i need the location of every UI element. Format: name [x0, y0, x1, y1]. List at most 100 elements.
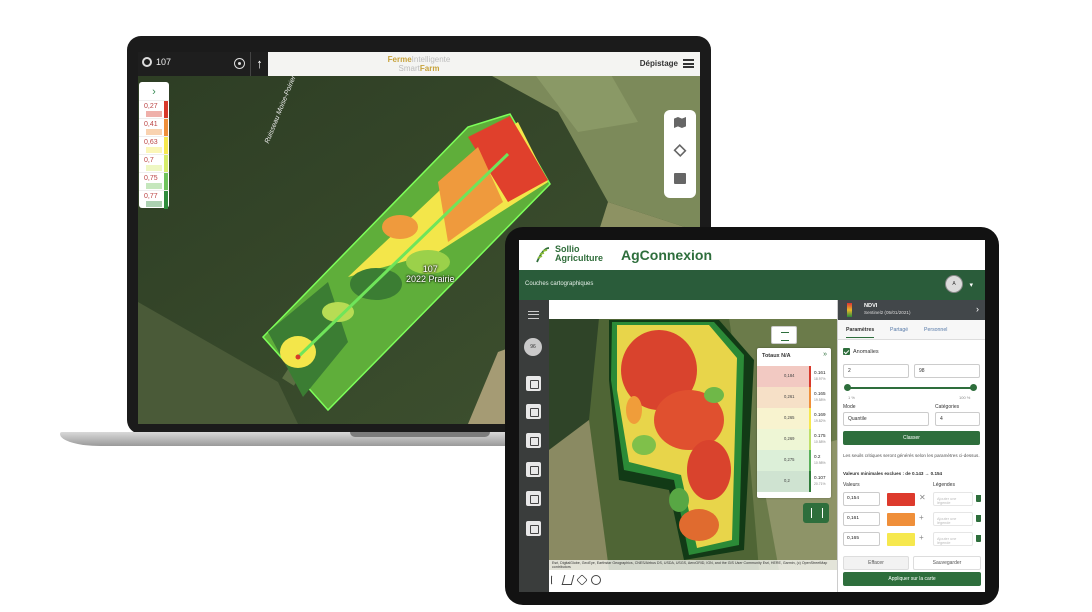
up-arrow-icon[interactable]: ↑ — [250, 52, 268, 76]
anomalies-checkbox[interactable] — [843, 348, 850, 355]
totals-percent: 20.71% — [814, 482, 826, 486]
layers-icon[interactable] — [673, 143, 687, 158]
totals-row: 0,269 0.175 10.58% — [757, 429, 831, 450]
breadcrumb[interactable]: Couches cartographiques — [525, 281, 593, 287]
legend-value: 0,27 — [144, 103, 158, 110]
map-bottom-toolbar — [549, 570, 837, 592]
totals-color-bar — [809, 429, 811, 450]
add-icon[interactable]: + — [919, 533, 924, 542]
area-icon[interactable] — [561, 575, 575, 585]
legend-bar — [164, 101, 168, 119]
brand-bar: Sollio Agriculture AgConnexion — [519, 240, 985, 270]
mode-select[interactable]: Quantile — [843, 412, 929, 426]
visibility-icon[interactable] — [234, 58, 245, 69]
legend-input[interactable]: Ajouter une légende — [933, 532, 973, 546]
tab-personnel[interactable]: Personnel — [924, 327, 947, 333]
field-label[interactable]: 107 2022 Prairie — [406, 264, 455, 284]
legend-row: 0,77 — [139, 190, 169, 209]
legend-row: 0,27 — [139, 100, 169, 119]
double-chevron-icon[interactable]: » — [823, 351, 827, 358]
app-title: AgConnexion — [621, 247, 712, 263]
anomalies-label: Anomalies — [853, 349, 879, 355]
ndvi-legend: › 0,27 0,41 0,63 0,7 0,75 0,77 — [139, 82, 169, 209]
totals-row: 0,265 0.169 19.82% — [757, 408, 831, 429]
map-tools — [664, 110, 696, 198]
layer-color-swatch — [847, 303, 852, 317]
logo-farm: Farm — [419, 64, 440, 73]
chevron-right-icon[interactable]: › — [139, 84, 169, 100]
threshold-color-swatch[interactable] — [887, 513, 915, 526]
sidebar: 96 — [519, 300, 549, 592]
chevron-right-icon[interactable]: › — [976, 304, 979, 314]
threshold-value-input[interactable]: 0,161 — [843, 512, 880, 526]
legend-input[interactable]: Ajouter une légende — [933, 512, 973, 526]
book-icon[interactable] — [674, 173, 686, 184]
sidebar-camera-icon[interactable] — [526, 491, 541, 506]
legend-row: 0,41 — [139, 118, 169, 137]
list-toggle-button[interactable] — [771, 326, 797, 344]
totals-percent: 18.97% — [814, 377, 826, 381]
totals-threshold: 0,261 — [784, 394, 795, 399]
values-label: Valeurs — [843, 482, 860, 488]
close-icon[interactable]: ✕ — [919, 493, 926, 502]
sidebar-home-icon[interactable] — [526, 376, 541, 391]
trash-icon[interactable] — [976, 515, 981, 522]
totals-title: Totaux N/A — [762, 353, 791, 359]
totals-row-bg — [757, 429, 809, 450]
threshold-value-input[interactable]: 0,154 — [843, 492, 880, 506]
threshold-value-input[interactable]: 0,165 — [843, 532, 880, 546]
panel-tabs: Paramètres Partagé Personnel — [838, 320, 985, 340]
sollio-logo-icon — [536, 247, 550, 263]
add-icon[interactable]: + — [919, 513, 924, 522]
tab-parametres[interactable]: Paramètres — [846, 327, 875, 338]
save-button[interactable]: Sauvegarder — [913, 556, 981, 570]
totals-value: 0.2 — [814, 454, 821, 459]
totals-row: 0,2 0.107 20.71% — [757, 471, 831, 492]
totals-percent: 19.82% — [814, 419, 826, 423]
categories-input[interactable]: 4 — [935, 412, 980, 426]
mode-label: Mode — [843, 404, 856, 410]
tab-partage[interactable]: Partagé — [890, 327, 908, 333]
legend-input[interactable]: Ajouter une légende — [933, 492, 973, 506]
polygon-icon[interactable] — [576, 574, 588, 586]
apply-to-map-button[interactable]: Appliquer sur la carte — [843, 572, 981, 586]
classify-button[interactable]: Classer — [843, 431, 980, 445]
user-avatar[interactable]: A — [945, 275, 963, 293]
totals-row-bg — [757, 450, 809, 471]
excluded-from: 0.143 — [911, 471, 924, 476]
mode-label[interactable]: Dépistage — [640, 59, 678, 68]
legend-value: 0,77 — [144, 193, 158, 200]
slider-max-handle[interactable] — [970, 384, 977, 391]
totals-color-bar — [809, 366, 811, 387]
min-percentile-input[interactable]: 2 — [843, 364, 909, 378]
clear-button[interactable]: Effacer — [843, 556, 909, 570]
map-icon[interactable] — [674, 117, 686, 128]
field-selector[interactable]: 107 ↑ — [138, 52, 268, 76]
hamburger-menu-icon[interactable] — [683, 59, 694, 68]
laptop-topbar: 107 ↑ FermeIntelligente SmartFarm Dépist… — [138, 52, 700, 76]
ruler-icon[interactable] — [551, 575, 561, 585]
max-percentile-input[interactable]: 98 — [914, 364, 980, 378]
locate-icon[interactable] — [591, 575, 601, 585]
field-number: 107 — [422, 264, 438, 274]
field-id[interactable]: 107 — [142, 57, 171, 67]
legend-swatch — [146, 147, 162, 153]
filter-sliders-button[interactable] — [803, 503, 829, 523]
hamburger-menu-icon[interactable] — [528, 311, 539, 319]
trash-icon[interactable] — [976, 535, 981, 542]
sidebar-barn-icon[interactable] — [526, 404, 541, 419]
sidebar-tractor-icon[interactable] — [526, 462, 541, 477]
layer-header[interactable]: NDVI Sentinel2 (05/01/2021) › — [838, 300, 985, 320]
legend-swatch — [146, 165, 162, 171]
farm-avatar[interactable]: 96 — [524, 338, 542, 356]
sidebar-clipboard-icon[interactable] — [526, 433, 541, 448]
sidebar-report-icon[interactable] — [526, 521, 541, 536]
chevron-down-icon[interactable]: ▾ — [969, 281, 973, 289]
slider-min-handle[interactable] — [844, 384, 851, 391]
trash-icon[interactable] — [976, 495, 981, 502]
threshold-color-swatch[interactable] — [887, 533, 915, 546]
percentile-range-slider[interactable] — [847, 387, 973, 389]
threshold-color-swatch[interactable] — [887, 493, 915, 506]
map-attribution: Esri, DigitalGlobe, GeoEye, Earthstar Ge… — [549, 560, 837, 570]
totals-value: 0.107 — [814, 475, 826, 480]
